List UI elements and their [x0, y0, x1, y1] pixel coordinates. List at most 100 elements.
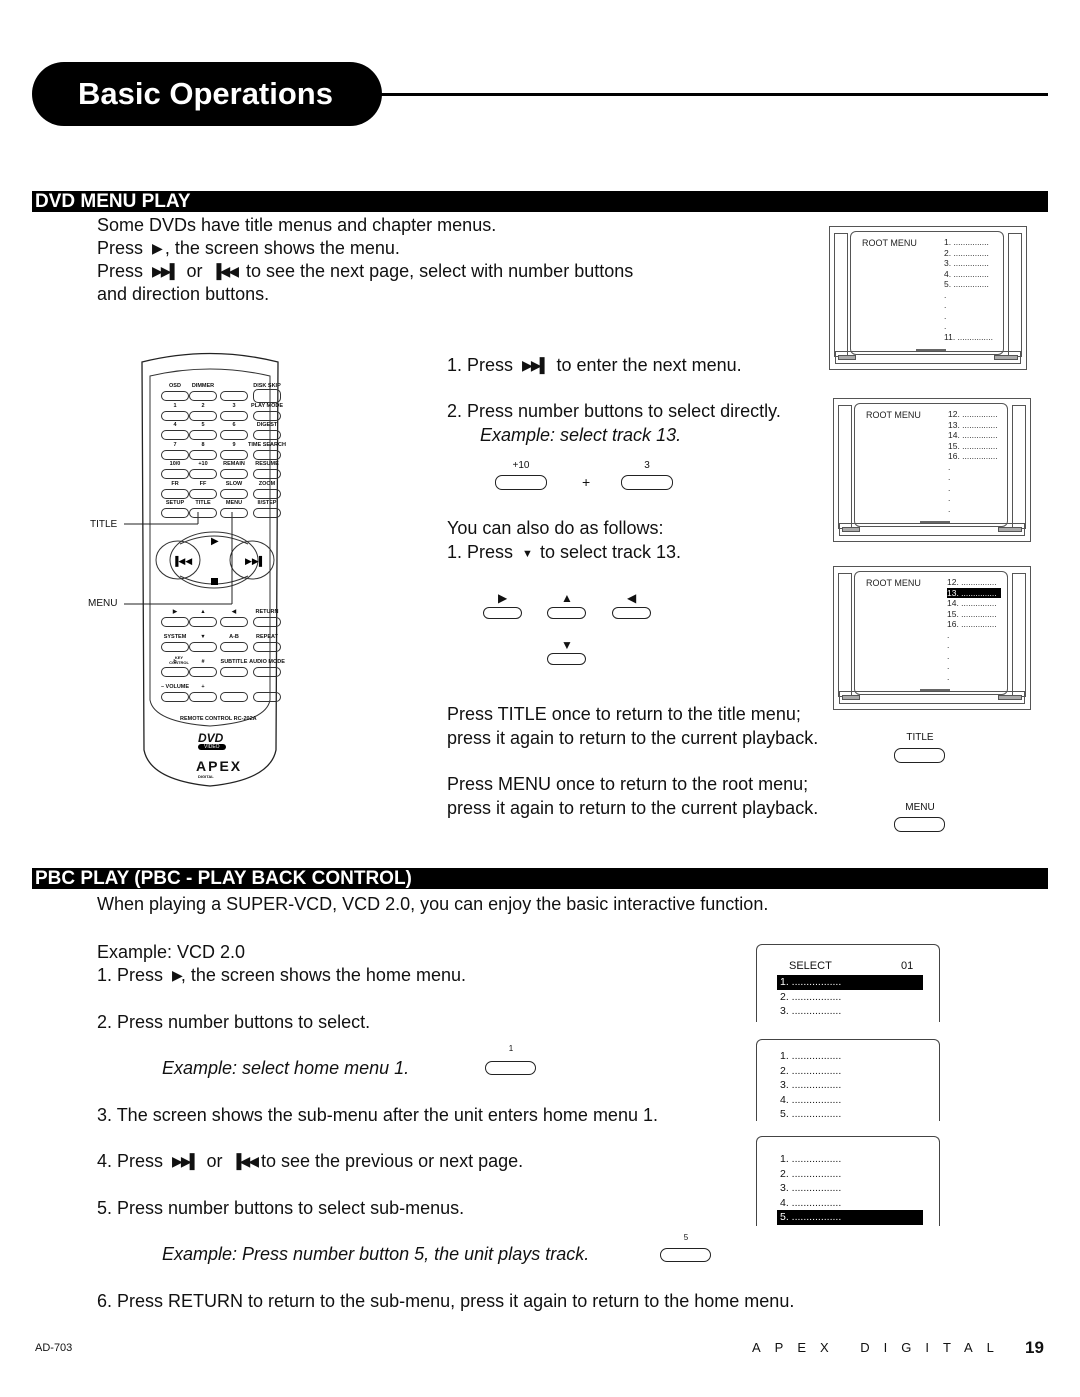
up-button[interactable] [547, 607, 586, 619]
dvd-example: Example: select track 13. [480, 425, 682, 445]
remote-key[interactable] [189, 667, 217, 677]
pbc-menu-item: 1. ................. [780, 1050, 842, 1062]
button-label-menu: MENU [905, 802, 935, 813]
intro-text: Press [97, 238, 144, 258]
remote-key[interactable] [189, 469, 217, 479]
step-text: to enter the next menu. [556, 355, 742, 375]
pbc-menu-item: 2. ................. [780, 1064, 842, 1077]
tv-speaker-left [838, 405, 852, 529]
remote-key[interactable] [220, 508, 248, 518]
remote-key[interactable] [161, 667, 189, 677]
tv-menu-item: 5. ............... [944, 279, 989, 289]
menu-button[interactable] [894, 817, 945, 832]
remote-key[interactable] [161, 430, 189, 440]
left-button[interactable] [612, 607, 651, 619]
tv-menu-item: 12. ............... [947, 577, 997, 587]
remote-key[interactable] [253, 667, 281, 677]
remote-key[interactable] [189, 488, 217, 499]
tv-menu-item: . [944, 321, 947, 331]
number-3-button[interactable] [621, 475, 673, 490]
tv-menu-item: 15. ............... [948, 440, 998, 451]
remote-key[interactable] [220, 488, 248, 499]
number-5-button[interactable] [660, 1248, 711, 1262]
pbc-select-label: SELECT [789, 960, 832, 972]
pbc-step-2: 2. Press number buttons to select. [97, 1012, 371, 1032]
remote-key[interactable] [161, 692, 189, 702]
intro-line-3: Press ▶▶▌ or ▐◀◀ to see the next page, s… [97, 260, 633, 283]
right-button[interactable] [483, 607, 522, 619]
remote-key-label: DIGEST [256, 422, 278, 428]
remote-key[interactable] [220, 410, 248, 421]
tv-menu-item: 12. ............... [948, 409, 998, 419]
tv-menu-item: 14. ............... [948, 430, 998, 440]
remote-key[interactable] [220, 642, 248, 652]
tv-menu-label: ROOT MENU [862, 238, 917, 248]
dvd-step-2: 2. Press number buttons to select direct… [447, 401, 781, 421]
remote-key[interactable] [253, 410, 281, 421]
footer-page-number: 19 [1025, 1338, 1044, 1357]
tv-menu-items: 12. ............... 13. ............... 14… [947, 577, 1001, 682]
title-button[interactable] [894, 748, 945, 763]
pbc-screen-home-menu: SELECT 01 1. ................. 2. .......… [756, 944, 940, 1022]
remote-key[interactable] [220, 449, 248, 460]
remote-key[interactable] [253, 488, 281, 499]
remote-key[interactable] [189, 430, 217, 440]
remote-key[interactable] [189, 692, 217, 702]
play-icon: ▶ [498, 591, 508, 605]
remote-key[interactable] [253, 449, 281, 460]
remote-key[interactable] [161, 508, 189, 518]
remote-key[interactable] [220, 391, 248, 401]
remote-key-label: ZOOM [258, 480, 276, 487]
down-button[interactable] [547, 653, 586, 665]
remote-key[interactable] [161, 617, 189, 627]
remote-key[interactable] [189, 391, 217, 401]
step-text: , the screen shows the home menu. [180, 965, 466, 985]
remote-key[interactable] [189, 449, 217, 460]
remote-key[interactable] [161, 449, 189, 460]
remote-key[interactable] [220, 430, 248, 440]
pbc-screen-sub-menu: 1. ................. 2. .................… [756, 1039, 940, 1121]
tv-menu-item: . [947, 640, 950, 650]
pbc-menu-item-selected: 5. ................. [777, 1210, 923, 1225]
remote-key[interactable] [253, 469, 281, 479]
pbc-menu-item: 2. ................. [780, 1167, 842, 1180]
remote-key[interactable] [253, 692, 281, 702]
plus10-button[interactable] [495, 475, 547, 490]
remote-key[interactable] [161, 410, 189, 421]
remote-key[interactable] [189, 508, 217, 518]
remote-key[interactable] [189, 642, 217, 652]
tv-menu-item: 2. ............... [944, 247, 989, 258]
tv-control [842, 695, 860, 700]
remote-key[interactable] [161, 391, 189, 401]
tv-menu-item: 16. ............... [947, 619, 997, 629]
arrow-down-icon: ▼ [561, 638, 573, 652]
remote-key[interactable] [220, 469, 248, 479]
skip-prev-icon: ▐◀◀ [211, 263, 239, 279]
plus-sign: + [582, 474, 591, 490]
remote-model-label: REMOTE CONTROL RC-202A [180, 716, 257, 722]
remote-key[interactable] [220, 692, 248, 702]
menu-instruction-2: press it again to return to the current … [447, 798, 819, 818]
pbc-menu-items: 1. ................. 2. .................… [777, 1152, 923, 1225]
tv-menu-item: 13. ............... [948, 419, 998, 430]
pbc-example-2: Example: select home menu 1. [162, 1058, 410, 1078]
remote-key[interactable] [161, 469, 189, 479]
remote-key-label: DIMMER [191, 383, 215, 389]
number-1-button[interactable] [485, 1061, 536, 1075]
remote-key[interactable] [161, 488, 189, 499]
remote-key[interactable] [189, 617, 217, 627]
remote-key[interactable] [253, 430, 281, 440]
step-text: or [206, 1151, 223, 1171]
remote-key[interactable] [161, 642, 189, 652]
remote-key[interactable] [253, 617, 281, 627]
remote-key[interactable] [253, 389, 281, 403]
remote-key[interactable] [220, 617, 248, 627]
header-rule [380, 93, 1048, 96]
tv-control [998, 527, 1022, 532]
apex-digital-logo: DIGITAL [198, 774, 214, 779]
tv-speaker-left [838, 573, 852, 697]
remote-key[interactable] [189, 410, 217, 421]
remote-key[interactable] [253, 508, 281, 518]
remote-key[interactable] [253, 642, 281, 652]
remote-key[interactable] [220, 667, 248, 677]
